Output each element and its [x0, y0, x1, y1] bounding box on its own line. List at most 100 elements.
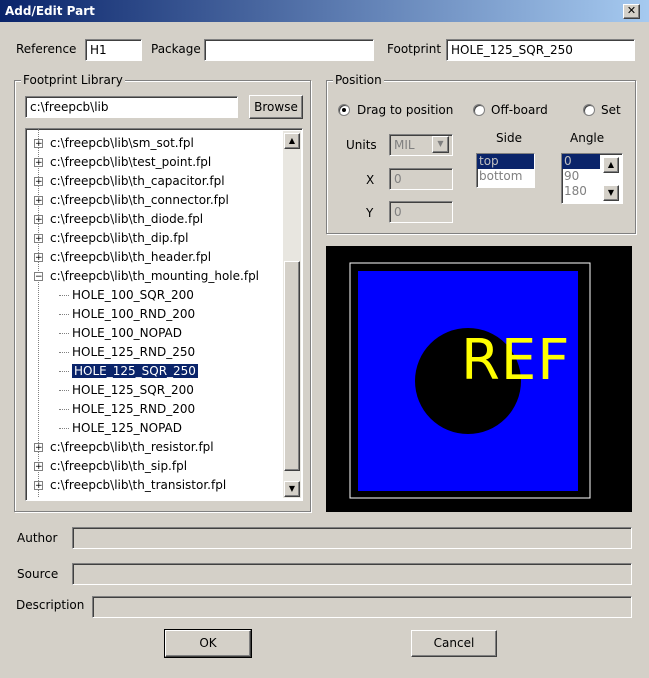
y-input[interactable]: 0 — [389, 201, 453, 223]
side-list[interactable]: top bottom — [476, 153, 535, 188]
angle-option[interactable]: 180 — [562, 184, 600, 199]
tree-item-label: c:\freepcb\lib\th_connector.fpl — [50, 193, 229, 207]
tree-item-label: c:\freepcb\lib\th_diode.fpl — [50, 212, 204, 226]
tree-item-library[interactable]: c:\freepcb\lib\th_dip.fpl — [50, 229, 188, 248]
off-board-radio[interactable] — [473, 104, 485, 116]
tree-item-footprint[interactable]: HOLE_100_SQR_200 — [72, 286, 194, 305]
side-label: Side — [496, 131, 522, 145]
tree-connector-line — [59, 409, 69, 410]
angle-scroll-up-button[interactable]: ▲ — [603, 157, 619, 173]
window-title: Add/Edit Part — [0, 0, 649, 22]
tree-item-footprint[interactable]: HOLE_100_RND_200 — [72, 305, 195, 324]
tree-item-label: c:\freepcb\lib\th_mounting_hole.fpl — [50, 269, 260, 283]
set-radio[interactable] — [583, 104, 595, 116]
expand-icon[interactable]: + — [34, 158, 43, 168]
tree-item-label: HOLE_125_RND_200 — [72, 402, 196, 416]
close-button[interactable]: ✕ — [623, 4, 640, 19]
expand-icon[interactable]: + — [34, 196, 43, 206]
tree-item-label: c:\freepcb\lib\th_transistor.fpl — [50, 478, 227, 492]
tree-item-footprint[interactable]: HOLE_125_RND_200 — [72, 400, 195, 419]
reference-input[interactable]: H1 — [85, 39, 142, 61]
off-board-label: Off-board — [491, 103, 548, 117]
drag-to-position-label: Drag to position — [357, 103, 454, 117]
tree-item-footprint[interactable]: HOLE_125_SQR_200 — [72, 381, 194, 400]
x-label: X — [366, 173, 375, 187]
tree-connector-line — [59, 371, 69, 372]
side-option[interactable]: bottom — [477, 169, 534, 184]
browse-button[interactable]: Browse — [249, 95, 303, 119]
angle-option[interactable]: 90 — [562, 169, 600, 184]
tree-item-footprint[interactable]: HOLE_125_RND_250 — [72, 343, 195, 362]
angle-list[interactable]: 0 90 180 ▲ ▼ — [561, 153, 623, 204]
expand-icon[interactable]: + — [34, 139, 43, 149]
units-dropdown-arrow-icon[interactable]: ▼ — [432, 136, 449, 153]
drag-to-position-radio[interactable] — [338, 104, 350, 116]
tree-item-label: HOLE_100_RND_200 — [72, 307, 196, 321]
y-label: Y — [366, 206, 374, 220]
tree-item-library[interactable]: c:\freepcb\lib\th_transistor.fpl — [50, 476, 226, 495]
tree-item-footprint[interactable]: HOLE_125_NOPAD — [72, 419, 182, 438]
tree-item-label: c:\freepcb\lib\th_header.fpl — [50, 250, 212, 264]
cancel-button[interactable]: Cancel — [411, 630, 497, 657]
tree-item-library[interactable]: c:\freepcb\lib\test_point.fpl — [50, 153, 211, 172]
tree-item-library[interactable]: c:\freepcb\lib\th_mounting_hole.fpl — [50, 267, 259, 286]
tree-item-library[interactable]: c:\freepcb\lib\th_resistor.fpl — [50, 438, 214, 457]
tree-item-library[interactable]: c:\freepcb\lib\th_capacitor.fpl — [50, 172, 225, 191]
units-select[interactable]: MIL ▼ — [389, 134, 453, 156]
tree-item-label: c:\freepcb\lib\sm_sot.fpl — [50, 136, 194, 150]
expand-icon[interactable]: + — [34, 481, 43, 491]
footprint-input[interactable]: HOLE_125_SQR_250 — [446, 39, 635, 61]
tree-item-library[interactable]: c:\freepcb\lib\th_connector.fpl — [50, 191, 229, 210]
scroll-thumb[interactable] — [284, 261, 300, 471]
tree-item-library[interactable]: c:\freepcb\lib\th_header.fpl — [50, 248, 211, 267]
tree-item-label: c:\freepcb\lib\th_capacitor.fpl — [50, 174, 225, 188]
author-input[interactable] — [72, 527, 632, 549]
collapse-icon[interactable]: − — [34, 272, 43, 282]
source-input[interactable] — [72, 563, 632, 585]
angle-scroll-down-button[interactable]: ▼ — [603, 185, 619, 201]
expand-icon[interactable]: + — [34, 234, 43, 244]
tree-connector-line — [59, 428, 69, 429]
tree-item-library[interactable]: c:\freepcb\lib\sm_sot.fpl — [50, 134, 194, 153]
expand-icon[interactable]: + — [34, 177, 43, 187]
tree-item-footprint[interactable]: HOLE_100_NOPAD — [72, 324, 182, 343]
scroll-down-button[interactable]: ▼ — [284, 481, 300, 497]
source-label: Source — [17, 567, 59, 581]
tree-item-footprint[interactable]: HOLE_125_SQR_250 — [72, 362, 198, 381]
tree-item-library[interactable]: c:\freepcb\lib\th_sip.fpl — [50, 457, 187, 476]
footprint-label: Footprint — [387, 42, 442, 56]
footprint-tree[interactable]: c:\freepcb\lib\sm_sot.fpl + c:\freepcb\lib… — [25, 128, 303, 501]
ref-designator-text: REF — [461, 328, 571, 393]
tree-item-label: HOLE_125_NOPAD — [72, 421, 182, 435]
expand-icon[interactable]: + — [34, 462, 43, 472]
reference-label: Reference — [16, 42, 77, 56]
library-path-input[interactable]: c:\freepcb\lib — [25, 96, 238, 118]
side-items: top bottom — [477, 154, 534, 184]
description-label: Description — [16, 598, 85, 612]
units-label: Units — [346, 138, 377, 152]
expand-icon[interactable]: + — [34, 215, 43, 225]
expand-icon[interactable]: + — [34, 443, 43, 453]
tree-item-library[interactable]: c:\freepcb\lib\th_diode.fpl — [50, 210, 203, 229]
scroll-up-button[interactable]: ▲ — [284, 133, 300, 149]
ok-button[interactable]: OK — [164, 629, 252, 658]
tree-item-label: c:\freepcb\lib\th_sip.fpl — [50, 459, 188, 473]
description-input[interactable] — [92, 596, 632, 618]
package-input[interactable] — [204, 39, 374, 61]
footprint-library-legend: Footprint Library — [21, 73, 125, 87]
units-value: MIL — [394, 138, 415, 152]
tree-item-label: c:\freepcb\lib\th_dip.fpl — [50, 231, 189, 245]
tree-item-label: HOLE_125_SQR_200 — [72, 383, 194, 397]
author-label: Author — [17, 531, 58, 545]
tree-item-label: c:\freepcb\lib\test_point.fpl — [50, 155, 212, 169]
x-input[interactable]: 0 — [389, 168, 453, 190]
angle-option[interactable]: 0 — [562, 154, 600, 169]
tree-connector-line — [59, 295, 69, 296]
position-legend: Position — [333, 73, 384, 87]
tree-item-label: c:\freepcb\lib\th_resistor.fpl — [50, 440, 214, 454]
tree-connector-line — [59, 352, 69, 353]
expand-icon[interactable]: + — [34, 253, 43, 263]
tree-connector-line — [59, 314, 69, 315]
package-label: Package — [151, 42, 201, 56]
side-option[interactable]: top — [477, 154, 534, 169]
